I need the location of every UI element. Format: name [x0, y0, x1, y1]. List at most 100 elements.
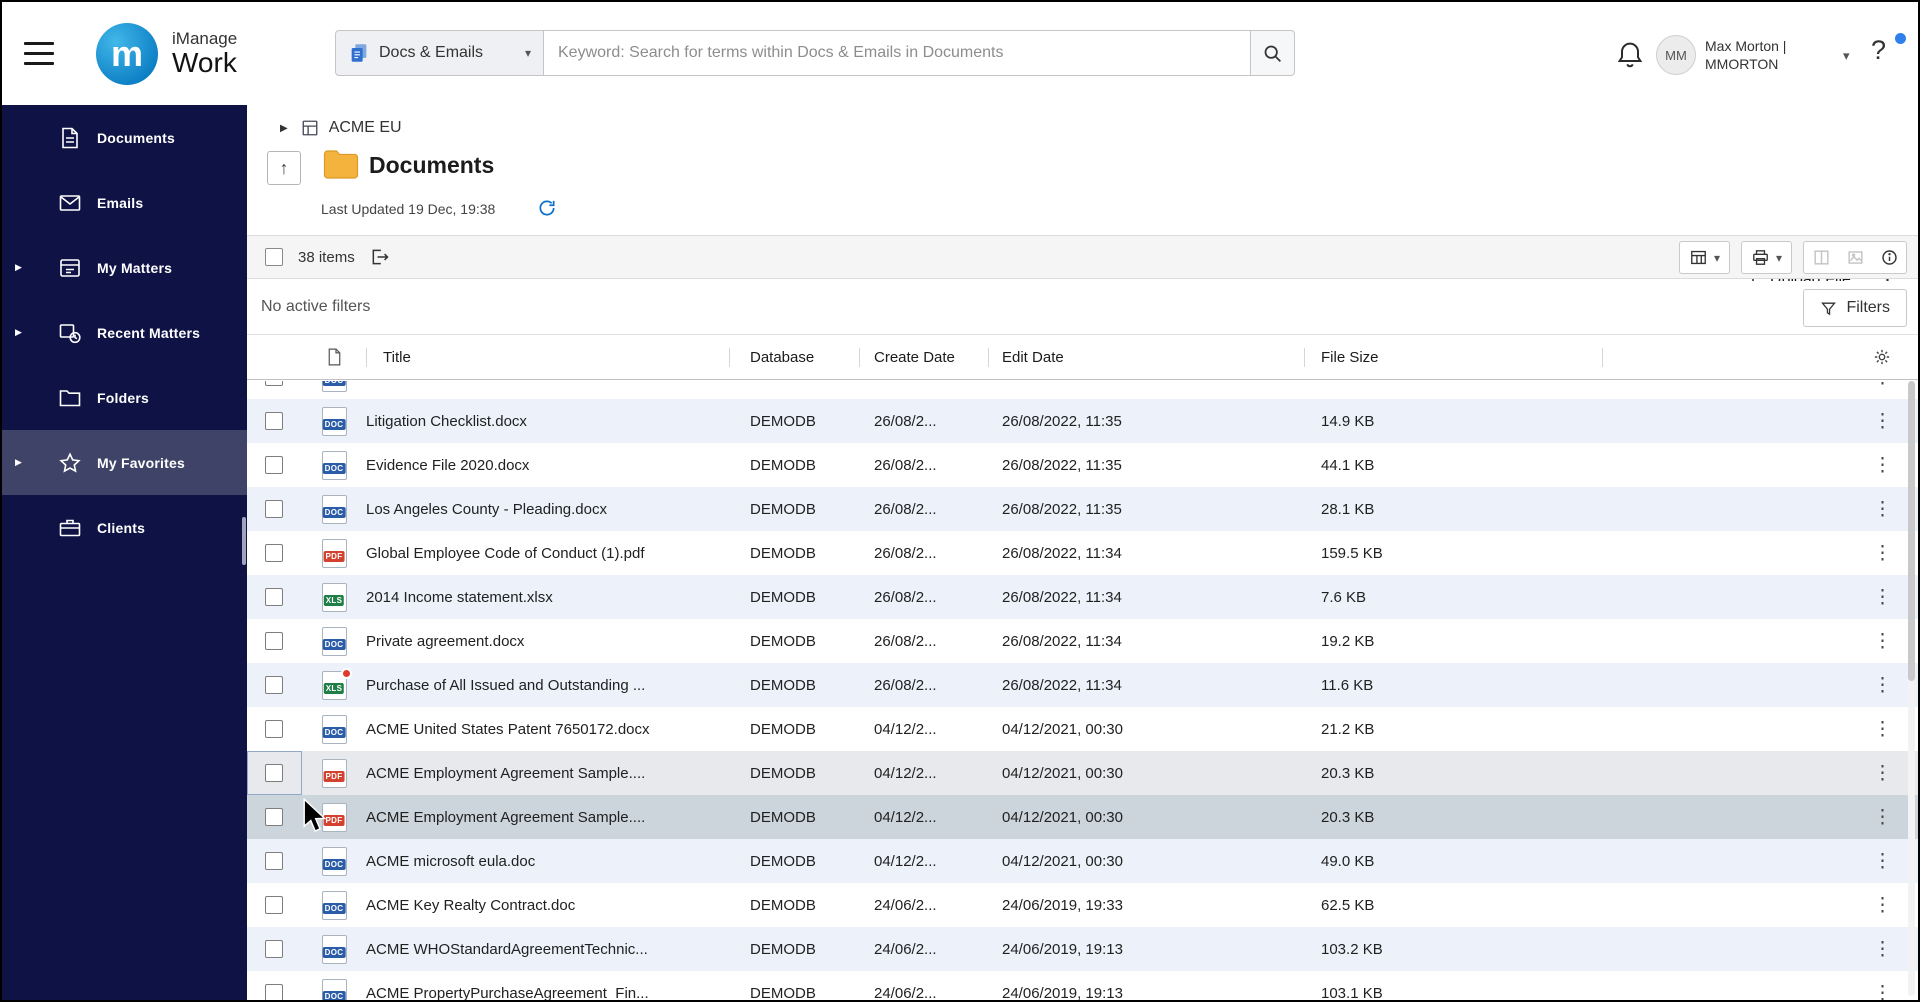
column-settings-gear-icon[interactable] [1873, 348, 1891, 366]
row-checkbox[interactable] [265, 632, 283, 650]
table-row[interactable]: DOC ACME United States Patent 7650172.do… [247, 707, 1918, 751]
row-title[interactable]: Purchase of All Issued and Outstanding .… [366, 663, 729, 707]
app-logo[interactable]: m iManage Work [96, 23, 237, 85]
row-checkbox[interactable] [265, 984, 283, 1000]
row-checkbox[interactable] [265, 500, 283, 518]
row-title[interactable]: Litigation Checklist.docx [366, 399, 729, 443]
favorites-icon [58, 451, 82, 475]
row-checkbox[interactable] [265, 412, 283, 430]
table-row[interactable]: DOC ACME PropertyPurchaseAgreement_Fin..… [247, 971, 1918, 1000]
row-title[interactable]: ACME Employment Agreement Sample.... [366, 795, 729, 839]
refresh-icon[interactable] [537, 198, 557, 218]
row-checkbox[interactable] [265, 896, 283, 914]
sidebar-item-emails[interactable]: ▶ Emails [2, 170, 247, 235]
row-checkbox[interactable] [265, 544, 283, 562]
row-edit-date: 04/12/2021, 00:30 [1002, 808, 1123, 826]
notifications-bell-icon[interactable] [1614, 39, 1646, 71]
row-checkbox[interactable] [265, 720, 283, 738]
view-toggle-group [1803, 241, 1907, 274]
table-row[interactable]: DOC Evidence File 2020.docx DEMODB 26/08… [247, 443, 1918, 487]
select-all-checkbox[interactable] [265, 248, 283, 266]
sidebar-item-label: Emails [97, 194, 144, 211]
row-title[interactable]: Private agreement.docx [366, 619, 729, 663]
filters-button[interactable]: Filters [1803, 289, 1907, 327]
row-checkbox[interactable] [265, 852, 283, 870]
row-title[interactable]: ACME United States Patent 7650172.docx [366, 707, 729, 751]
row-checkbox[interactable] [265, 456, 283, 474]
row-checkbox[interactable] [265, 588, 283, 606]
column-header-database[interactable]: Database [729, 335, 859, 379]
row-title[interactable]: ACME Key Realty Contract.doc [366, 883, 729, 927]
row-title[interactable]: ACME microsoft eula.doc [366, 839, 729, 883]
row-title[interactable]: Los Angeles County - Pleading.docx [366, 487, 729, 531]
sidebar-item-folders[interactable]: ▶ Folders [2, 365, 247, 430]
row-checkbox[interactable] [265, 940, 283, 958]
table-row[interactable]: PDF Global Employee Code of Conduct (1).… [247, 531, 1918, 575]
table-scrollbar-track[interactable] [1908, 381, 1915, 996]
help-icon[interactable]: ? [1871, 35, 1886, 66]
sidebar-item-my-matters[interactable]: ▶ My Matters [2, 235, 247, 300]
sidebar-item-recent-matters[interactable]: ▶ Recent Matters [2, 300, 247, 365]
table-row[interactable]: PDF ACME Employment Agreement Sample....… [247, 795, 1918, 839]
row-title[interactable]: 2014 Income statement.xlsx [366, 575, 729, 619]
table-row[interactable]: PDF ACME Employment Agreement Sample....… [247, 751, 1918, 795]
search-scope-dropdown[interactable]: Docs & Emails ▾ [335, 30, 543, 76]
row-edit-date: 26/08/2022, 11:35 [1002, 500, 1122, 518]
table-row[interactable]: XLS Purchase of All Issued and Outstandi… [247, 663, 1918, 707]
sidebar-item-label: My Matters [97, 259, 173, 276]
breadcrumb[interactable]: ▶ ACME EU [247, 113, 402, 143]
row-checkbox[interactable] [265, 764, 283, 782]
info-icon[interactable] [1872, 248, 1906, 267]
sidebar-item-my-favorites[interactable]: ▶ My Favorites [2, 430, 247, 495]
table-row[interactable]: DOC ACME microsoft eula.doc DEMODB 04/12… [247, 839, 1918, 883]
row-checkbox[interactable] [265, 808, 283, 826]
table-row[interactable]: DOC ⋮ [247, 381, 1918, 399]
user-name[interactable]: Max Morton | MMORTON [1705, 37, 1786, 73]
user-menu-chevron-icon[interactable]: ▾ [1843, 48, 1850, 64]
row-database: DEMODB [750, 852, 816, 870]
table-row[interactable]: DOC ACME Key Realty Contract.doc DEMODB … [247, 883, 1918, 927]
export-items-icon[interactable] [370, 247, 390, 267]
table-row[interactable]: DOC ACME WHOStandardAgreementTechnic... … [247, 927, 1918, 971]
expand-arrow-icon[interactable]: ▶ [15, 327, 22, 338]
table-row[interactable]: XLS 2014 Income statement.xlsx DEMODB 26… [247, 575, 1918, 619]
column-header-edit-date[interactable]: Edit Date [988, 335, 1304, 379]
row-edit-date: 26/08/2022, 11:34 [1002, 676, 1122, 694]
row-title[interactable]: ACME Employment Agreement Sample.... [366, 751, 729, 795]
breadcrumb-expand-icon[interactable]: ▶ [280, 123, 288, 134]
row-create-date: 26/08/2... [874, 676, 937, 694]
print-options-button[interactable]: ▾ [1740, 241, 1792, 274]
sidebar-item-documents[interactable]: ▶ Documents [2, 105, 247, 170]
expand-arrow-icon[interactable]: ▶ [15, 262, 22, 273]
row-checkbox[interactable] [265, 381, 283, 386]
row-title[interactable]: ACME PropertyPurchaseAgreement_Fin... [366, 971, 729, 1001]
row-title[interactable] [366, 381, 729, 399]
column-header-create-date[interactable]: Create Date [859, 335, 988, 379]
hamburger-menu-icon[interactable] [24, 42, 54, 65]
row-checkbox[interactable] [265, 676, 283, 694]
navigate-up-button[interactable]: ↑ [267, 151, 301, 185]
column-header-file-size[interactable]: File Size [1304, 335, 1602, 379]
row-create-date: 26/08/2... [874, 500, 937, 518]
user-avatar[interactable]: MM [1656, 35, 1696, 75]
row-title[interactable]: Evidence File 2020.docx [366, 443, 729, 487]
column-header-title[interactable]: Title [366, 335, 729, 379]
table-scrollbar-thumb[interactable] [1908, 381, 1915, 681]
view-options-button[interactable]: ▾ [1678, 241, 1730, 274]
table-row[interactable]: DOC Litigation Checklist.docx DEMODB 26/… [247, 399, 1918, 443]
row-title[interactable]: Global Employee Code of Conduct (1).pdf [366, 531, 729, 575]
topbar: m iManage Work Docs & Emails ▾ MM Max Mo [2, 2, 1918, 105]
search-input[interactable] [543, 30, 1251, 76]
table-row[interactable]: DOC Los Angeles County - Pleading.docx D… [247, 487, 1918, 531]
items-count: 38 items [298, 248, 355, 266]
breadcrumb-label[interactable]: ACME EU [329, 119, 402, 137]
sidebar-item-clients[interactable]: ▶ Clients [2, 495, 247, 560]
row-title[interactable]: ACME WHOStandardAgreementTechnic... [366, 927, 729, 971]
search-button[interactable] [1251, 30, 1295, 76]
active-filters-status: No active filters [261, 298, 371, 315]
expand-arrow-icon[interactable]: ▶ [15, 457, 22, 468]
header-checkbox-column [247, 335, 302, 379]
table-row[interactable]: DOC Private agreement.docx DEMODB 26/08/… [247, 619, 1918, 663]
file-type-icon: PDF [321, 758, 347, 788]
row-edit-date: 26/08/2022, 11:35 [1002, 456, 1122, 474]
